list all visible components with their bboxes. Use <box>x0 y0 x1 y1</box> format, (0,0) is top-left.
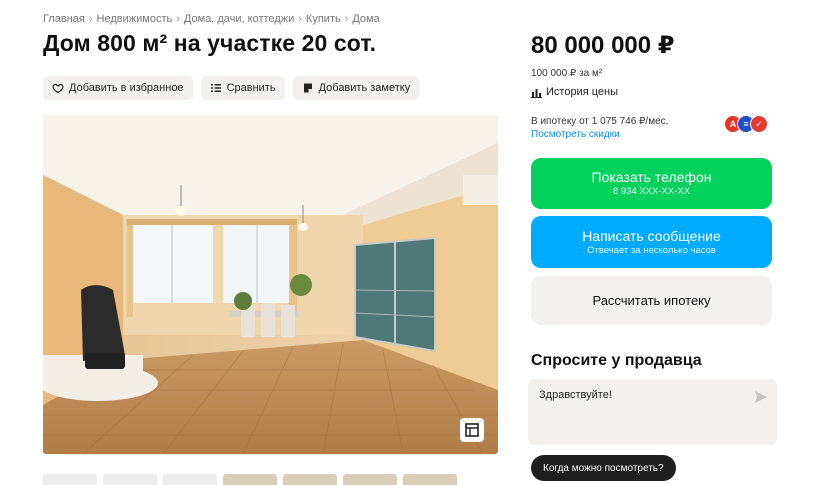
photo-thumbnails <box>43 474 457 485</box>
thumbnail[interactable] <box>403 474 457 485</box>
response-time: Отвечает за несколько часов <box>587 244 716 256</box>
price-history-link[interactable]: История цены <box>531 86 618 98</box>
phone-number: 8 934 XXX-XX-XX <box>612 186 691 197</box>
calculate-mortgage-button[interactable]: Рассчитать ипотеку <box>531 276 772 325</box>
compare-label: Сравнить <box>226 82 276 94</box>
price-per-sqm: 100 000 ₽ за м² <box>531 68 603 79</box>
compare-icon <box>210 84 221 92</box>
expand-icon <box>465 423 479 437</box>
thumbnail[interactable] <box>43 474 97 485</box>
chart-icon <box>531 88 542 98</box>
breadcrumb-separator: › <box>88 13 93 25</box>
breadcrumb-separator: › <box>344 13 349 25</box>
ask-seller-heading: Спросите у продавца <box>531 352 702 369</box>
view-discounts-link[interactable]: Посмотреть скидки <box>531 128 668 141</box>
write-message-button[interactable]: Написать сообщение Отвечает за несколько… <box>531 216 772 268</box>
show-phone-button[interactable]: Показать телефон 8 934 XXX-XX-XX <box>531 158 772 209</box>
breadcrumb: Главная › Недвижимость › Дома, дачи, кот… <box>43 13 380 25</box>
quick-question-chip[interactable]: Когда можно посмотреть? <box>531 455 676 481</box>
add-note-button[interactable]: Добавить заметку <box>292 76 420 100</box>
send-icon[interactable] <box>754 390 768 404</box>
price: 80 000 000 ₽ <box>531 32 675 59</box>
breadcrumb-separator: › <box>176 13 180 25</box>
breadcrumb-separator: › <box>298 13 302 25</box>
breadcrumb-realty[interactable]: Недвижимость <box>97 13 173 25</box>
thumbnail[interactable] <box>283 474 337 485</box>
breadcrumb-houses[interactable]: Дома <box>352 13 379 25</box>
message-text: Здравствуйте! <box>539 389 612 401</box>
mortgage-text: В ипотеку от 1 075 746 ₽/мес. <box>531 116 669 127</box>
price-history-label: История цены <box>546 86 618 98</box>
show-phone-label: Показать телефон <box>591 169 712 185</box>
compare-button[interactable]: Сравнить <box>200 76 285 100</box>
thumbnail[interactable] <box>103 474 157 485</box>
breadcrumb-buy[interactable]: Купить <box>306 13 341 25</box>
thumbnail[interactable] <box>163 474 217 485</box>
note-icon <box>303 83 312 93</box>
house-interior-photo <box>43 115 498 454</box>
thumbnail[interactable] <box>223 474 277 485</box>
listing-actions: Добавить в избранное Сравнить Добавить з… <box>43 76 420 100</box>
bank-logo: ✓ <box>750 115 768 133</box>
add-to-favorites-button[interactable]: Добавить в избранное <box>43 76 193 100</box>
main-photo[interactable] <box>43 115 498 454</box>
heart-icon <box>52 83 64 94</box>
seller-message-input[interactable]: Здравствуйте! <box>528 379 777 445</box>
calculate-mortgage-label: Рассчитать ипотеку <box>592 293 711 308</box>
breadcrumb-home[interactable]: Главная <box>43 13 85 25</box>
write-message-label: Написать сообщение <box>582 227 721 244</box>
add-to-favorites-label: Добавить в избранное <box>69 82 184 94</box>
mortgage-offer: В ипотеку от 1 075 746 ₽/мес. Посмотреть… <box>531 115 668 141</box>
breadcrumb-houses-category[interactable]: Дома, дачи, коттеджи <box>184 13 294 25</box>
listing-title: Дом 800 м² на участке 20 сот. <box>43 30 377 56</box>
thumbnail[interactable] <box>343 474 397 485</box>
add-note-label: Добавить заметку <box>318 82 411 94</box>
bank-logos: А ≡ ✓ <box>724 115 768 133</box>
expand-photo-button[interactable] <box>460 418 484 442</box>
